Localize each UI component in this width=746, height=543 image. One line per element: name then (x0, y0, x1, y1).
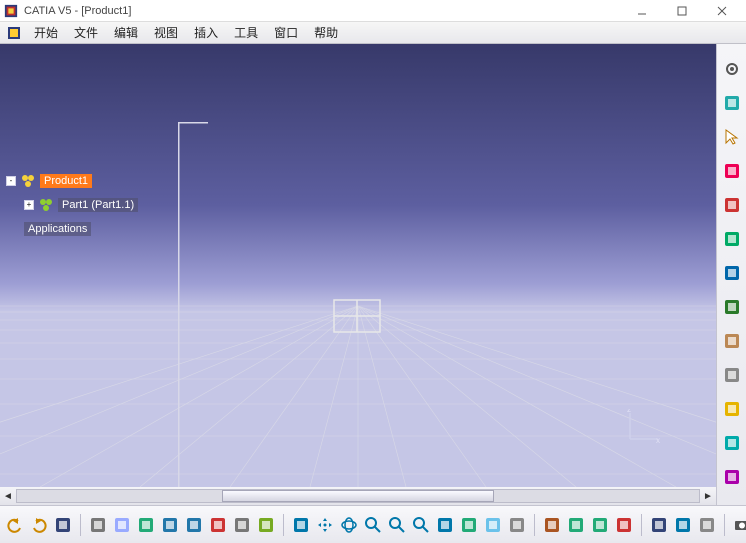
replace-icon[interactable] (721, 330, 743, 352)
toolbar-separator (283, 514, 284, 536)
scroll-right-arrow[interactable]: ► (700, 488, 716, 504)
function-icon[interactable] (89, 514, 107, 536)
maximize-button[interactable] (662, 1, 702, 21)
toolbar-separator (641, 514, 642, 536)
fit-all-icon[interactable] (292, 514, 310, 536)
tree-root-label[interactable]: Product1 (40, 174, 92, 188)
toolbar-separator (80, 514, 81, 536)
pan-icon[interactable] (316, 514, 334, 536)
tree-applications[interactable]: Applications (6, 220, 138, 238)
new-component-icon[interactable] (721, 228, 743, 250)
apply-material-icon[interactable] (543, 514, 561, 536)
menu-start[interactable]: 开始 (26, 22, 66, 43)
origin-marker (333, 299, 381, 333)
expand-icon[interactable]: - (6, 176, 16, 186)
macro-icon[interactable] (209, 514, 227, 536)
clash-icon[interactable] (615, 514, 633, 536)
tree-root[interactable]: - Product1 (6, 172, 138, 190)
tree-child-label[interactable]: Part1 (Part1.1) (58, 198, 138, 212)
snapshot-icon[interactable] (733, 514, 746, 536)
tree-apps-label[interactable]: Applications (24, 222, 91, 236)
existing-component-icon[interactable] (721, 194, 743, 216)
render-style-icon[interactable] (484, 514, 502, 536)
zoom-in-icon[interactable] (388, 514, 406, 536)
new-part-icon[interactable] (721, 296, 743, 318)
toolbar-separator (724, 514, 725, 536)
part-icon (38, 197, 54, 213)
sketch-icon[interactable] (721, 160, 743, 182)
menu-view[interactable]: 视图 (146, 22, 186, 43)
look-at-icon[interactable] (436, 514, 454, 536)
axis-bracket (178, 122, 218, 502)
measure-item-icon[interactable] (591, 514, 609, 536)
redo-icon[interactable] (30, 514, 48, 536)
analyze-icon[interactable] (721, 466, 743, 488)
menu-insert[interactable]: 插入 (186, 22, 226, 43)
measure-between-icon[interactable] (567, 514, 585, 536)
horizontal-scrollbar[interactable]: ◄ ► (0, 487, 716, 505)
3d-viewport[interactable]: z x - Product1 + Part1 (Part1.1) Applica… (0, 44, 716, 505)
overlay-icon[interactable] (257, 514, 275, 536)
scroll-left-arrow[interactable]: ◄ (0, 488, 16, 504)
spec-tree[interactable]: - Product1 + Part1 (Part1.1) Application… (6, 172, 138, 244)
svg-text:z: z (627, 409, 631, 414)
svg-text:x: x (656, 436, 660, 445)
slot-icon[interactable] (698, 514, 716, 536)
formula-icon[interactable] (54, 514, 72, 536)
document-icon[interactable] (6, 25, 22, 41)
rotate-icon[interactable] (340, 514, 358, 536)
close-button[interactable] (702, 1, 742, 21)
undo-icon[interactable] (6, 514, 24, 536)
move-icon[interactable] (721, 92, 743, 114)
connect-icon[interactable] (674, 514, 692, 536)
link-icon[interactable] (650, 514, 668, 536)
zoom-window-icon[interactable] (364, 514, 382, 536)
title-bar: CATIA V5 - [Product1] (0, 0, 746, 22)
fix-icon[interactable] (721, 432, 743, 454)
menu-tools[interactable]: 工具 (226, 22, 266, 43)
image-icon[interactable] (113, 514, 131, 536)
swap-icon[interactable] (508, 514, 526, 536)
minimize-button[interactable] (622, 1, 662, 21)
window-title: CATIA V5 - [Product1] (24, 5, 622, 17)
right-toolbar (716, 44, 746, 505)
menu-help[interactable]: 帮助 (306, 22, 346, 43)
table-icon[interactable] (185, 514, 203, 536)
zoom-out-icon[interactable] (412, 514, 430, 536)
menu-window[interactable]: 窗口 (266, 22, 306, 43)
spreadsheet-icon[interactable] (137, 514, 155, 536)
scroll-track[interactable] (16, 489, 700, 503)
hide-show-icon[interactable] (460, 514, 478, 536)
scroll-thumb[interactable] (222, 490, 495, 502)
toolbar-separator (534, 514, 535, 536)
menu-file[interactable]: 文件 (66, 22, 106, 43)
lock-icon[interactable] (233, 514, 251, 536)
tree-child[interactable]: + Part1 (Part1.1) (6, 196, 138, 214)
bottom-toolbar: DSCATIA (0, 505, 746, 543)
new-product-icon[interactable] (721, 262, 743, 284)
cursor-icon[interactable] (721, 126, 743, 148)
axis-compass[interactable]: z x (624, 409, 664, 445)
expand-icon[interactable]: + (24, 200, 34, 210)
catalog-icon[interactable] (161, 514, 179, 536)
app-logo-icon (4, 4, 18, 18)
graph-tree-icon[interactable] (721, 364, 743, 386)
menu-bar: 开始 文件 编辑 视图 插入 工具 窗口 帮助 (0, 22, 746, 44)
product-icon (20, 173, 36, 189)
settings-icon[interactable] (721, 58, 743, 80)
constraint-icon[interactable] (721, 398, 743, 420)
menu-edit[interactable]: 编辑 (106, 22, 146, 43)
ground-grid (0, 44, 716, 487)
